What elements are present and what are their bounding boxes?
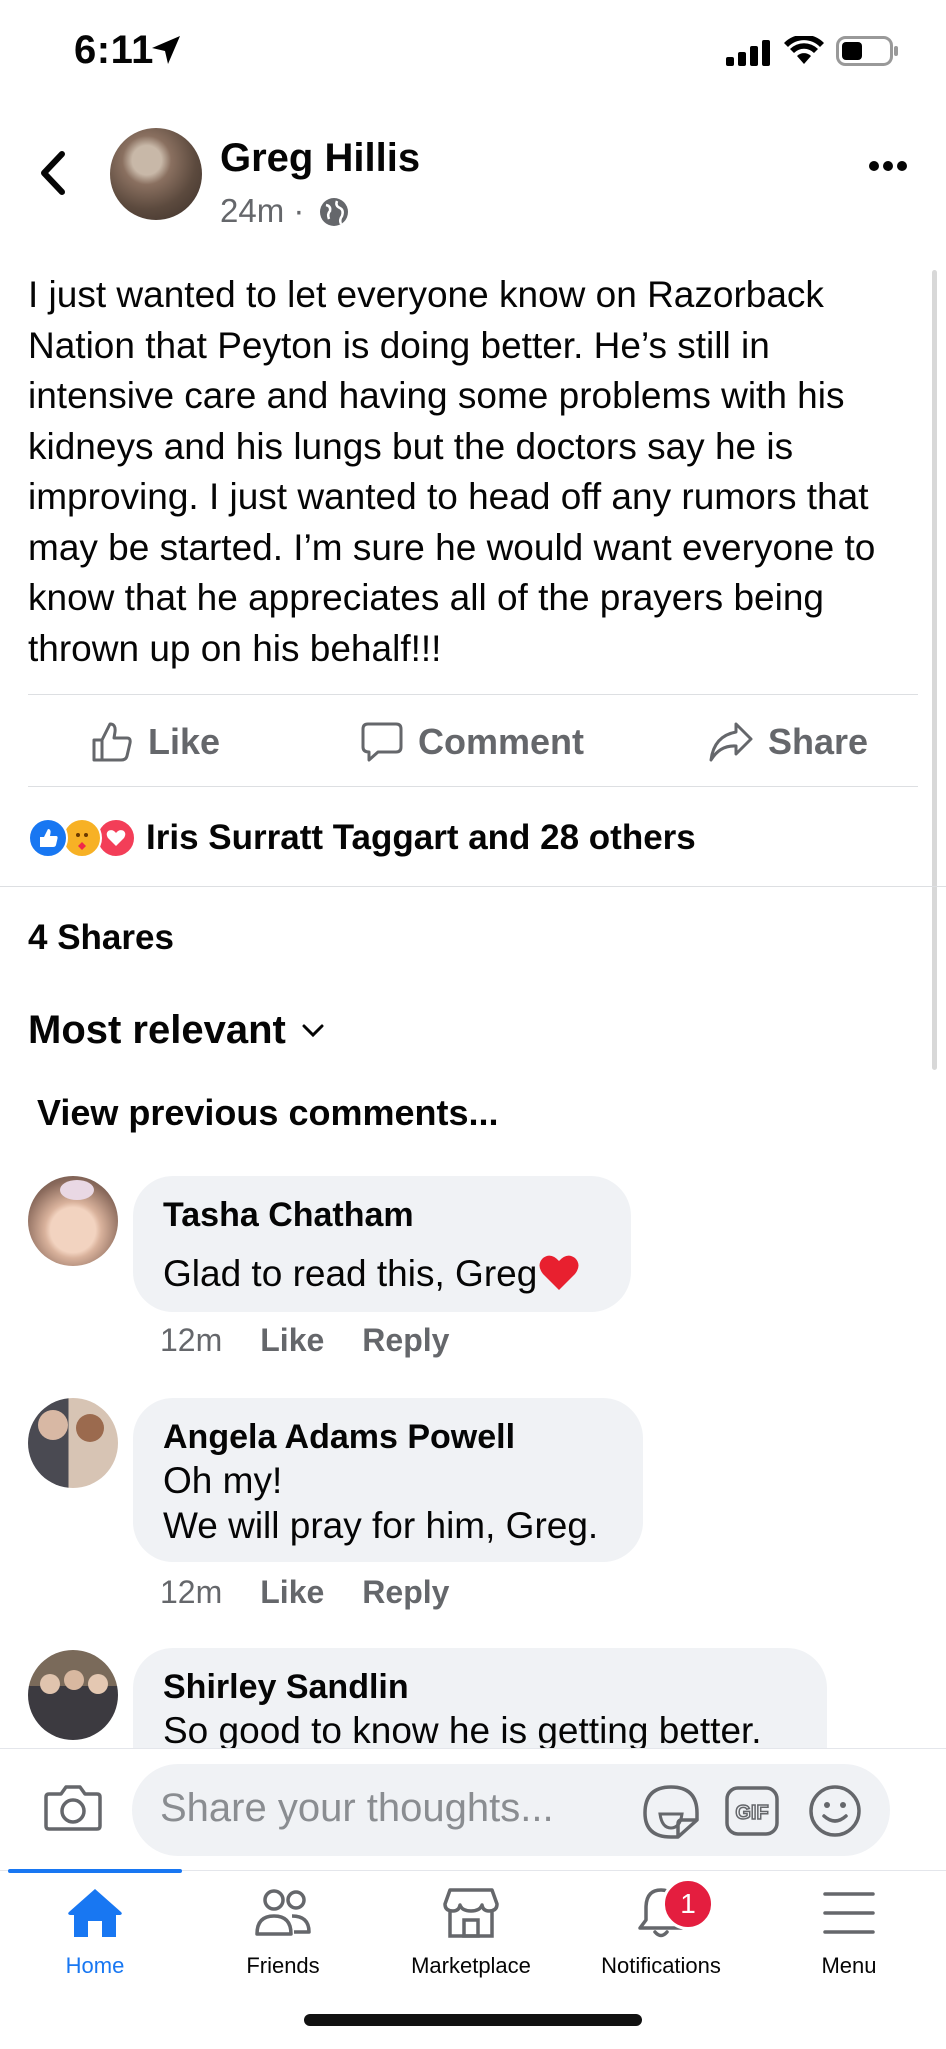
- tab-marketplace[interactable]: Marketplace: [376, 1886, 566, 1979]
- status-time: 6:11: [74, 28, 154, 72]
- divider: [28, 786, 918, 787]
- care-reaction-icon: [62, 818, 102, 858]
- tab-notifications-label: Notifications: [601, 1953, 721, 1978]
- scrollbar[interactable]: [932, 270, 937, 1070]
- notification-count-badge: 1: [662, 1878, 714, 1930]
- comment-sort-dropdown[interactable]: Most relevant: [28, 1008, 324, 1053]
- sort-label: Most relevant: [28, 1008, 286, 1052]
- divider: [0, 886, 946, 887]
- view-previous-comments-link[interactable]: View previous comments...: [37, 1092, 499, 1134]
- battery-icon: [836, 36, 898, 66]
- back-chevron-icon[interactable]: [36, 150, 68, 196]
- emoji-icon[interactable]: [808, 1784, 862, 1838]
- cellular-signal-icon: [726, 40, 770, 66]
- commenter-name[interactable]: Shirley Sandlin: [163, 1666, 797, 1708]
- share-arrow-icon: [709, 722, 753, 762]
- commenter-avatar[interactable]: [28, 1176, 118, 1266]
- location-arrow-icon: [152, 36, 180, 64]
- globe-privacy-icon: [320, 198, 348, 226]
- sticker-icon[interactable]: [642, 1784, 700, 1840]
- tab-notifications[interactable]: Notifications: [566, 1886, 756, 1979]
- chevron-down-icon: [302, 1024, 324, 1037]
- commenter-name[interactable]: Angela Adams Powell: [163, 1416, 613, 1458]
- comment-time: 12m: [160, 1322, 223, 1358]
- active-tab-indicator: [8, 1869, 182, 1873]
- comment-meta: 12m Like Reply: [160, 1574, 449, 1611]
- comment-button[interactable]: Comment: [360, 720, 584, 764]
- comment-bubble: Angela Adams Powell Oh my! We will pray …: [133, 1398, 643, 1562]
- marketplace-icon: [443, 1888, 499, 1938]
- comment-reply-button[interactable]: Reply: [362, 1574, 449, 1610]
- share-label: Share: [768, 721, 869, 762]
- comment-time: 12m: [160, 1574, 223, 1610]
- shares-count[interactable]: 4 Shares: [28, 918, 174, 958]
- hamburger-menu-icon: [823, 1892, 875, 1934]
- tab-friends[interactable]: Friends: [188, 1886, 378, 1979]
- comment-text-line: Oh my!: [163, 1460, 283, 1501]
- comment-input-placeholder[interactable]: Share your thoughts...: [160, 1786, 554, 1831]
- home-indicator: [304, 2014, 642, 2026]
- tab-friends-label: Friends: [246, 1953, 320, 1978]
- commenter-avatar[interactable]: [28, 1398, 118, 1488]
- comment-text: Glad to read this, Greg: [163, 1250, 601, 1296]
- divider: [28, 694, 918, 695]
- tab-menu[interactable]: Menu: [754, 1886, 944, 1979]
- commenter-name[interactable]: Tasha Chatham: [163, 1194, 601, 1236]
- love-reaction-icon: [96, 818, 136, 858]
- svg-text:GIF: GIF: [735, 1802, 768, 1824]
- post-body: I just wanted to let everyone know on Ra…: [28, 274, 876, 669]
- camera-icon[interactable]: [44, 1782, 102, 1832]
- author-name[interactable]: Greg Hillis: [220, 136, 420, 181]
- reactions-summary[interactable]: Iris Surratt Taggart and 28 others: [146, 818, 696, 858]
- home-icon: [68, 1889, 122, 1937]
- red-heart-icon: [539, 1255, 579, 1290]
- comment-like-button[interactable]: Like: [260, 1574, 324, 1610]
- friends-icon: [255, 1889, 311, 1936]
- share-button[interactable]: Share: [708, 720, 868, 764]
- comment-text-line: We will pray for him, Greg.: [163, 1505, 599, 1546]
- commenter-avatar[interactable]: [28, 1650, 118, 1740]
- tab-home[interactable]: Home: [0, 1886, 190, 1979]
- post-timestamp[interactable]: 24m ·: [220, 192, 304, 230]
- wifi-icon: [784, 36, 824, 64]
- comment-text: So good to know he is getting better.: [163, 1710, 762, 1751]
- comment-reply-button[interactable]: Reply: [362, 1322, 449, 1358]
- tab-menu-label: Menu: [821, 1953, 877, 1978]
- more-options-icon[interactable]: [868, 160, 908, 172]
- comment-bubble: Tasha Chatham Glad to read this, Greg: [133, 1176, 631, 1312]
- comment-label: Comment: [418, 721, 585, 762]
- thumbs-up-icon: [92, 722, 132, 762]
- comment-bubble-icon: [361, 722, 403, 762]
- gif-icon[interactable]: GIF: [725, 1786, 779, 1836]
- comment-like-button[interactable]: Like: [260, 1322, 324, 1358]
- like-reaction-icon: [28, 818, 68, 858]
- tab-marketplace-label: Marketplace: [411, 1953, 531, 1978]
- author-avatar[interactable]: [110, 128, 202, 220]
- like-button[interactable]: Like: [90, 720, 220, 764]
- tab-home-label: Home: [65, 1953, 125, 1978]
- comment-meta: 12m Like Reply: [160, 1322, 449, 1359]
- like-label: Like: [148, 721, 221, 762]
- reaction-icons[interactable]: [28, 818, 136, 858]
